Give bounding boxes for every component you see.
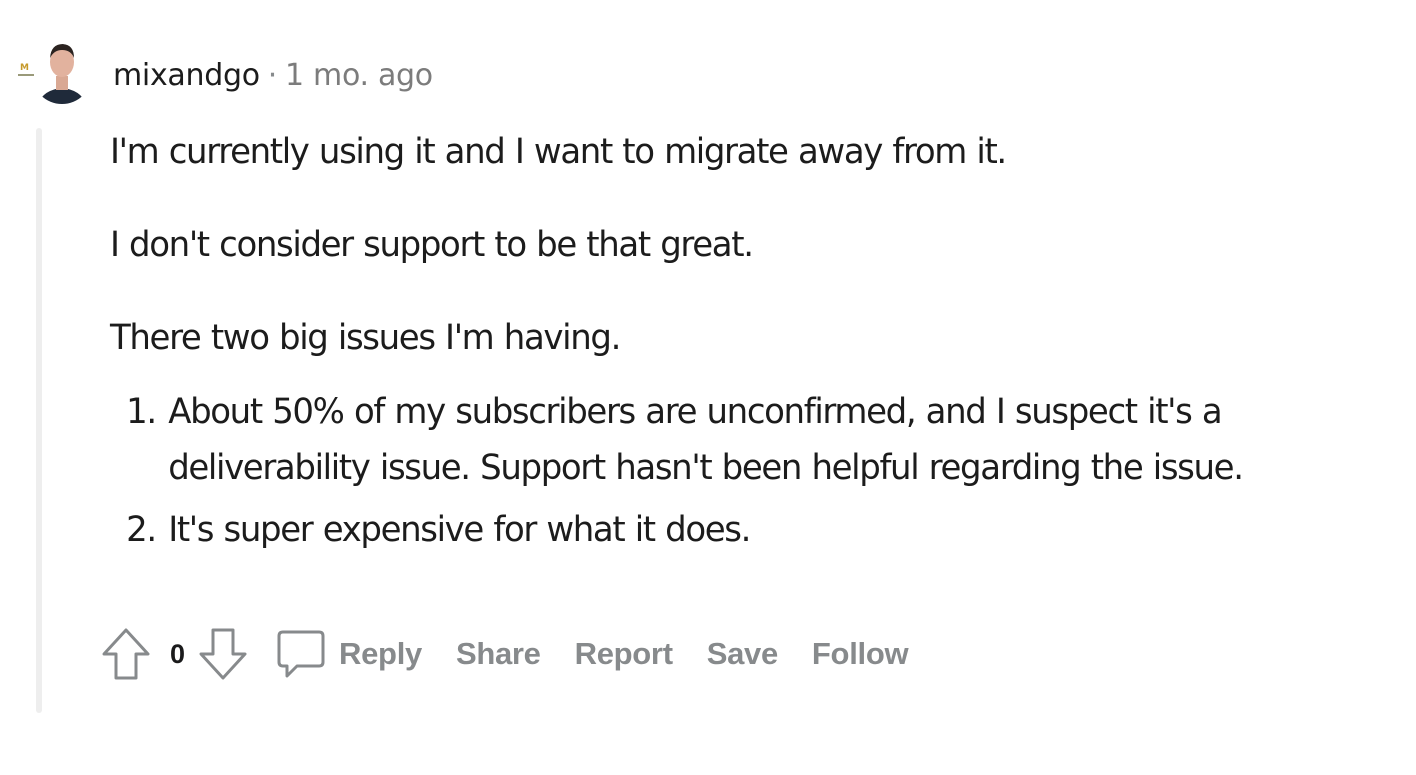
comment-paragraph: There two big issues I'm having. — [110, 318, 621, 358]
speech-bubble-icon — [277, 630, 325, 678]
avatar[interactable]: M — [16, 34, 92, 110]
follow-button[interactable]: Follow — [812, 636, 909, 672]
thread-collapse-line[interactable] — [36, 128, 42, 713]
save-button[interactable]: Save — [707, 636, 779, 672]
list-item: It's super expensive for what it does. — [166, 502, 1361, 558]
svg-text:M: M — [20, 63, 29, 73]
user-avatar-icon: M — [18, 44, 92, 104]
reply-button[interactable]: Reply — [339, 636, 422, 672]
vote-count: 0 — [170, 638, 186, 669]
comment-button[interactable] — [275, 626, 327, 682]
comment-paragraph: I don't consider support to be that grea… — [110, 225, 754, 265]
arrow-up-outline-icon — [102, 628, 150, 680]
author-name[interactable]: mixandgo — [113, 58, 260, 93]
arrow-down-outline-icon — [199, 628, 247, 680]
report-button[interactable]: Report — [575, 636, 673, 672]
comment-paragraph: I'm currently using it and I want to mig… — [110, 132, 1007, 172]
issue-list: About 50% of my subscribers are unconfir… — [110, 384, 1361, 558]
list-item: About 50% of my subscribers are unconfir… — [166, 384, 1361, 496]
comment-meta: mixandgo · 1 mo. ago — [113, 56, 433, 96]
comment-action-bar: 0 Reply Share Report Save Follow — [100, 622, 909, 686]
comment-body: I'm currently using it and I want to mig… — [110, 124, 1361, 564]
downvote-button[interactable] — [197, 626, 249, 682]
share-button[interactable]: Share — [456, 636, 541, 672]
upvote-button[interactable] — [100, 626, 152, 682]
comment-timestamp[interactable]: 1 mo. ago — [285, 58, 433, 93]
meta-separator: · — [267, 58, 278, 93]
